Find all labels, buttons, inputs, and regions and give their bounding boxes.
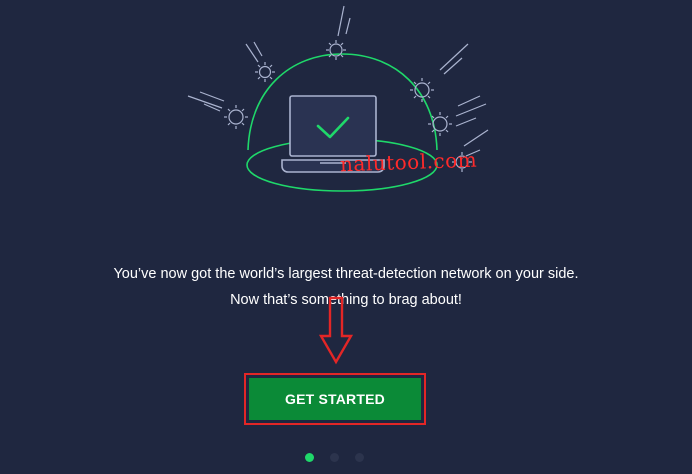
pagination-dot-2[interactable] — [330, 453, 339, 462]
threat-virus-icon — [187, 91, 248, 129]
pagination-dot-1[interactable] — [305, 453, 314, 462]
threat-virus-icon — [410, 43, 469, 102]
get-started-button[interactable]: GET STARTED — [249, 378, 421, 420]
protected-laptop-illustration — [187, 5, 489, 192]
welcome-message-line-1: You’ve now got the world’s largest threa… — [113, 265, 579, 282]
pagination-dots — [302, 453, 372, 463]
threat-virus-icon — [428, 95, 487, 136]
pagination-dot-3[interactable] — [355, 453, 364, 462]
watermark-text: nalutool.com — [339, 147, 478, 177]
threat-virus-icon — [326, 5, 351, 60]
down-arrow-annotation-icon — [318, 296, 354, 365]
threat-virus-icon — [245, 41, 275, 82]
